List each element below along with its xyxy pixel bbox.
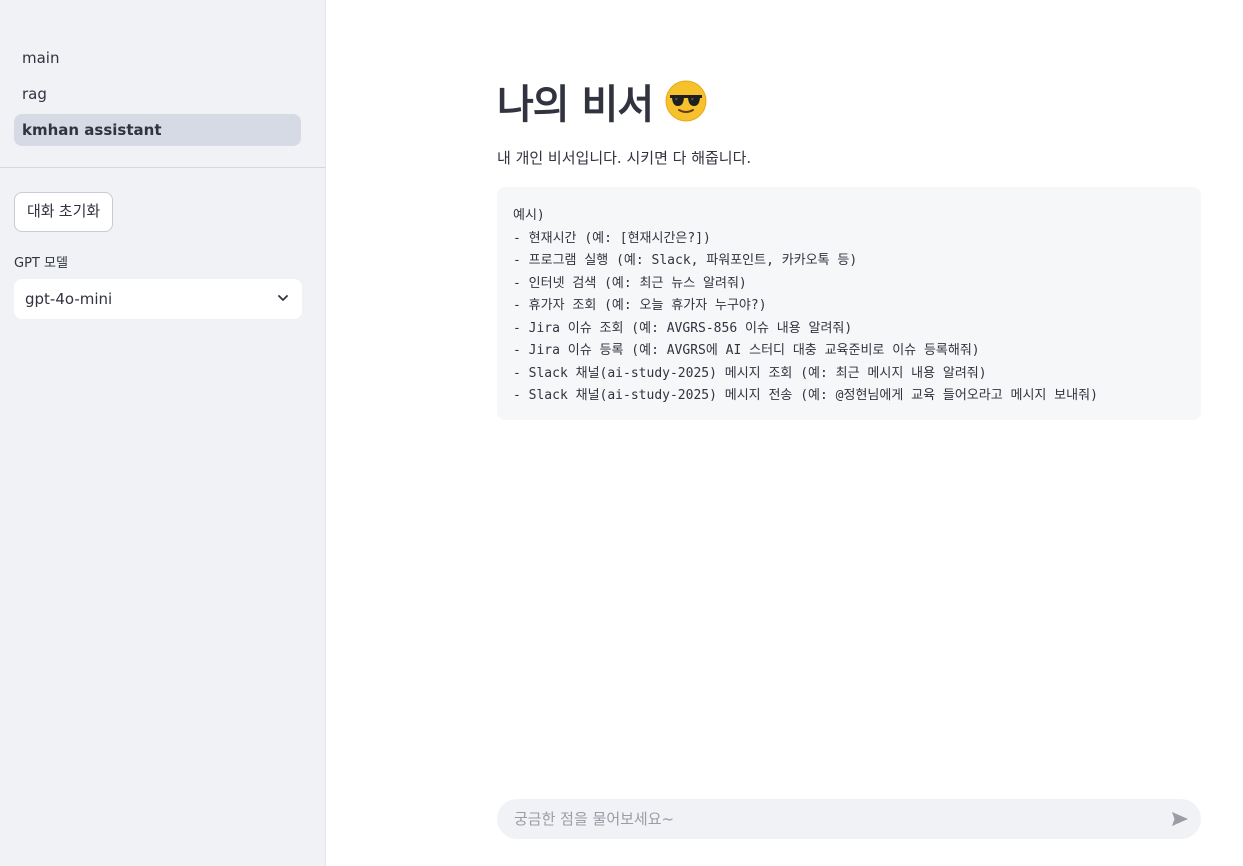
- sunglasses-face-icon: [665, 80, 707, 122]
- model-select-value: gpt-4o-mini: [25, 290, 113, 308]
- main-content: 나의 비서 내 개인 비서입니다. 시키면 다 해줍니다. 예시) - 현재시간…: [327, 0, 1243, 866]
- code-line: - 프로그램 실행 (예: Slack, 파워포인트, 카카오톡 등): [513, 253, 858, 268]
- nav-item-rag[interactable]: rag: [14, 78, 301, 110]
- nav-item-main[interactable]: main: [14, 42, 301, 74]
- page-description: 내 개인 비서입니다. 시키면 다 해줍니다.: [497, 149, 752, 167]
- code-line: - Slack 채널(ai-study-2025) 메시지 전송 (예: @정현…: [513, 388, 1098, 403]
- examples-code-block: 예시) - 현재시간 (예: [현재시간은?]) - 프로그램 실행 (예: S…: [497, 187, 1201, 420]
- reset-conversation-button[interactable]: 대화 초기화: [14, 192, 114, 232]
- sidebar: main rag kmhan assistant 대화 초기화 GPT 모델 g…: [0, 0, 326, 866]
- sidebar-divider: [0, 167, 326, 168]
- page-nav: main rag kmhan assistant: [0, 0, 325, 146]
- nav-item-kmhan-assistant[interactable]: kmhan assistant: [14, 114, 301, 146]
- sidebar-controls: 대화 초기화 GPT 모델 gpt-4o-mini: [14, 192, 302, 319]
- code-line: - 휴가자 조회 (예: 오늘 휴가자 누구야?): [513, 298, 767, 313]
- code-line: - Slack 채널(ai-study-2025) 메시지 조회 (예: 최근 …: [513, 365, 987, 381]
- chat-input[interactable]: [514, 810, 1170, 828]
- code-line: - 현재시간 (예: [현재시간은?]): [513, 230, 711, 246]
- chevron-down-icon: [278, 295, 288, 301]
- model-select[interactable]: gpt-4o-mini: [14, 279, 302, 319]
- code-line: - Jira 이슈 등록 (예: AVGRS에 AI 스터디 대충 교육준비로 …: [513, 343, 980, 358]
- model-select-label: GPT 모델: [14, 256, 68, 271]
- send-icon[interactable]: [1170, 809, 1190, 829]
- code-line: - Jira 이슈 조회 (예: AVGRS-856 이슈 내용 알려줘): [513, 320, 853, 336]
- chat-input-bar: [497, 799, 1201, 839]
- page-title: 나의 비서: [497, 82, 654, 128]
- page-header: 나의 비서: [497, 72, 707, 130]
- code-line: - 인터넷 검색 (예: 최근 뉴스 알려줘): [513, 275, 747, 291]
- code-line: 예시): [513, 208, 545, 223]
